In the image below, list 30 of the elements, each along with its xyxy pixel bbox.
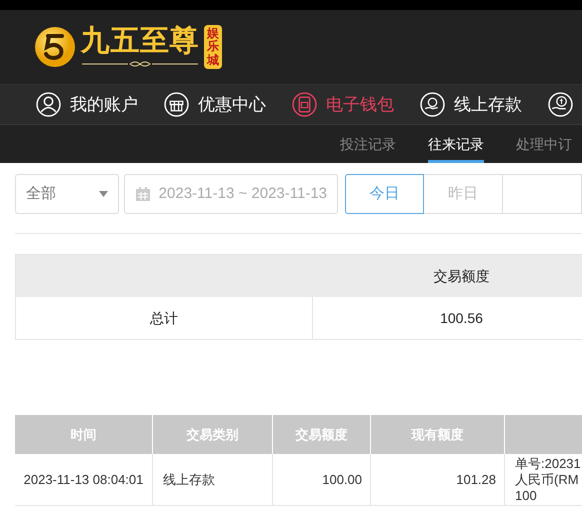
nav-item[interactable]: 线上存款 (420, 92, 522, 118)
calendar-icon (134, 186, 151, 202)
wallet-icon (292, 92, 317, 117)
table-cell-text: 100.56 (439, 308, 484, 328)
column-header: 交易额度 (432, 266, 490, 286)
logo-text: 九五至尊 (80, 26, 200, 56)
table-cell-text: 单号:20231 人民币(RM 100 (514, 454, 582, 504)
ornament-line-icon (80, 60, 200, 68)
table-cell: 线上存款 (153, 454, 273, 505)
table-cell: 2023-11-13 08:04:01 (15, 454, 153, 505)
dollar-hand-icon (548, 92, 573, 117)
user-icon (36, 92, 61, 117)
table-cell: 101.28 (371, 454, 505, 505)
tab[interactable]: 处理中订 (516, 125, 572, 163)
date-button[interactable]: 今日 (345, 174, 424, 214)
logo-badge: 娱乐城 (204, 25, 222, 69)
gift-icon (164, 92, 189, 117)
logo-emblem-icon (34, 26, 76, 68)
tab[interactable]: 投注记录 (340, 125, 396, 163)
type-select[interactable]: 全部 (15, 174, 119, 214)
coin-hand-icon (420, 92, 445, 117)
nav-item[interactable]: 优惠中心 (164, 92, 266, 118)
table-cell: 100.00 (273, 454, 371, 505)
tab[interactable]: 往来记录 (428, 125, 484, 163)
date-range-field[interactable]: 2023-11-13 ~ 2023-11-13 (124, 174, 338, 214)
nav-item[interactable]: 电子钱包 (292, 92, 394, 118)
table-cell: 总计 (16, 297, 313, 339)
nav-item[interactable]: 我的账户 (36, 92, 138, 118)
caret-icon (98, 191, 108, 197)
nav-item[interactable] (548, 92, 573, 117)
